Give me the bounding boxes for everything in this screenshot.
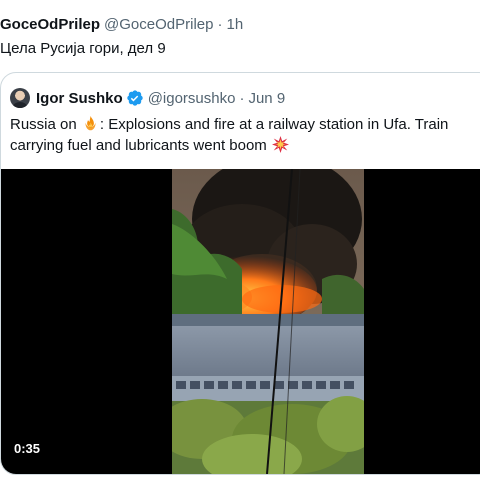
fire-emoji-icon xyxy=(82,115,99,132)
video-player[interactable]: 0:35 xyxy=(1,169,480,474)
quoted-author-handle[interactable]: @igorsushko xyxy=(148,90,236,107)
quoted-header-separator: · xyxy=(239,89,245,107)
quoted-text-line-1: Russia on : Explosions and fire at a rai… xyxy=(10,114,480,135)
post-header: GoceOdPrilep @GoceOdPrilep · 1h xyxy=(0,14,243,34)
quoted-post-card[interactable]: Igor Sushko @igorsushko · Jun 9 Russia o… xyxy=(0,72,480,475)
collision-emoji-icon xyxy=(271,136,289,153)
quoted-text-part-2: : Explosions and fire at a railway stati… xyxy=(99,116,449,133)
quoted-text-line-2: carrying fuel and lubricants went boom xyxy=(10,135,480,156)
quoted-text-part-1: Russia on xyxy=(10,116,77,133)
post-text: Цела Русија гори, дел 9 xyxy=(0,40,166,57)
post-author-handle[interactable]: @GoceOdPrilep xyxy=(104,16,213,33)
video-thumbnail[interactable] xyxy=(172,169,364,474)
video-duration: 0:35 xyxy=(10,439,45,458)
post-timestamp[interactable]: 1h xyxy=(226,16,243,33)
quoted-post-header: Igor Sushko @igorsushko · Jun 9 xyxy=(10,87,285,109)
quoted-post-text: Russia on : Explosions and fire at a rai… xyxy=(10,114,480,156)
verified-badge-icon xyxy=(126,89,144,107)
quoted-timestamp[interactable]: Jun 9 xyxy=(248,90,285,107)
post-author-name[interactable]: GoceOdPrilep xyxy=(0,16,100,33)
quoted-author-name[interactable]: Igor Sushko xyxy=(36,90,123,107)
avatar[interactable] xyxy=(10,88,30,108)
quoted-text-line-2-content: carrying fuel and lubricants went boom xyxy=(10,137,267,154)
header-separator: · xyxy=(217,15,223,33)
